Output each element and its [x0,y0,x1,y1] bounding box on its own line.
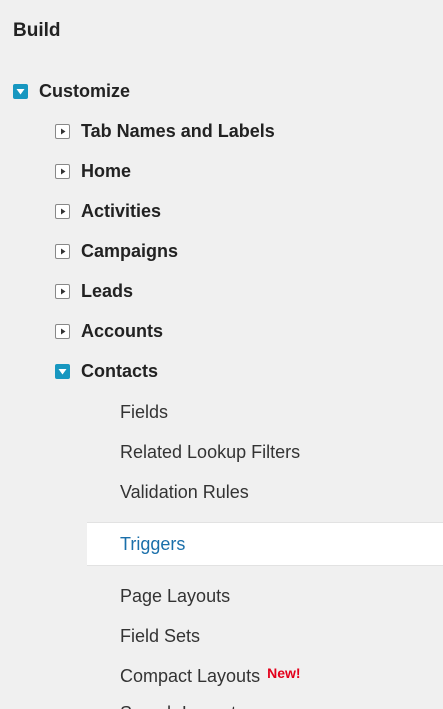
tree-node-label: Customize [39,80,131,101]
tree-node-contacts[interactable]: Contacts [55,358,158,384]
link-field-sets[interactable]: Field Sets [120,623,200,649]
tree-node-customize[interactable]: Customize [13,78,130,104]
link-page-layouts[interactable]: Page Layouts [120,583,230,609]
tree-node-home[interactable]: Home [55,158,131,184]
expand-icon[interactable] [55,323,70,339]
link-triggers[interactable]: Triggers [120,531,185,557]
setup-sidebar: Build Customize Tab Names and Labels Hom… [0,0,443,709]
expand-icon[interactable] [55,203,70,219]
link-validation-rules[interactable]: Validation Rules [120,479,249,505]
expand-icon[interactable] [55,243,70,259]
tree-node-label: Home [81,160,132,181]
tree-node-label: Accounts [81,320,164,341]
new-badge: New! [267,665,301,681]
link-related-lookup-filters[interactable]: Related Lookup Filters [120,439,300,465]
expand-icon[interactable] [55,123,70,139]
tree-node-label: Tab Names and Labels [81,120,275,141]
tree-node-campaigns[interactable]: Campaigns [55,238,178,264]
link-compact-layouts[interactable]: Compact Layouts New! [120,663,301,689]
tree-node-label: Contacts [81,360,159,381]
tree-node-leads[interactable]: Leads [55,278,133,304]
link-label: Compact Layouts [120,665,261,686]
link-search-layouts[interactable]: Search Layouts [120,700,245,709]
tree-node-label: Leads [81,280,134,301]
collapse-icon[interactable] [55,363,70,379]
link-fields[interactable]: Fields [120,399,168,425]
tree-node-label: Activities [81,200,162,221]
collapse-icon[interactable] [13,83,28,99]
expand-icon[interactable] [55,283,70,299]
tree-node-tab-names-and-labels[interactable]: Tab Names and Labels [55,118,275,144]
tree-node-activities[interactable]: Activities [55,198,161,224]
tree-node-label: Campaigns [81,240,179,261]
tree-node-accounts[interactable]: Accounts [55,318,163,344]
section-title-build: Build [13,20,61,41]
expand-icon[interactable] [55,163,70,179]
